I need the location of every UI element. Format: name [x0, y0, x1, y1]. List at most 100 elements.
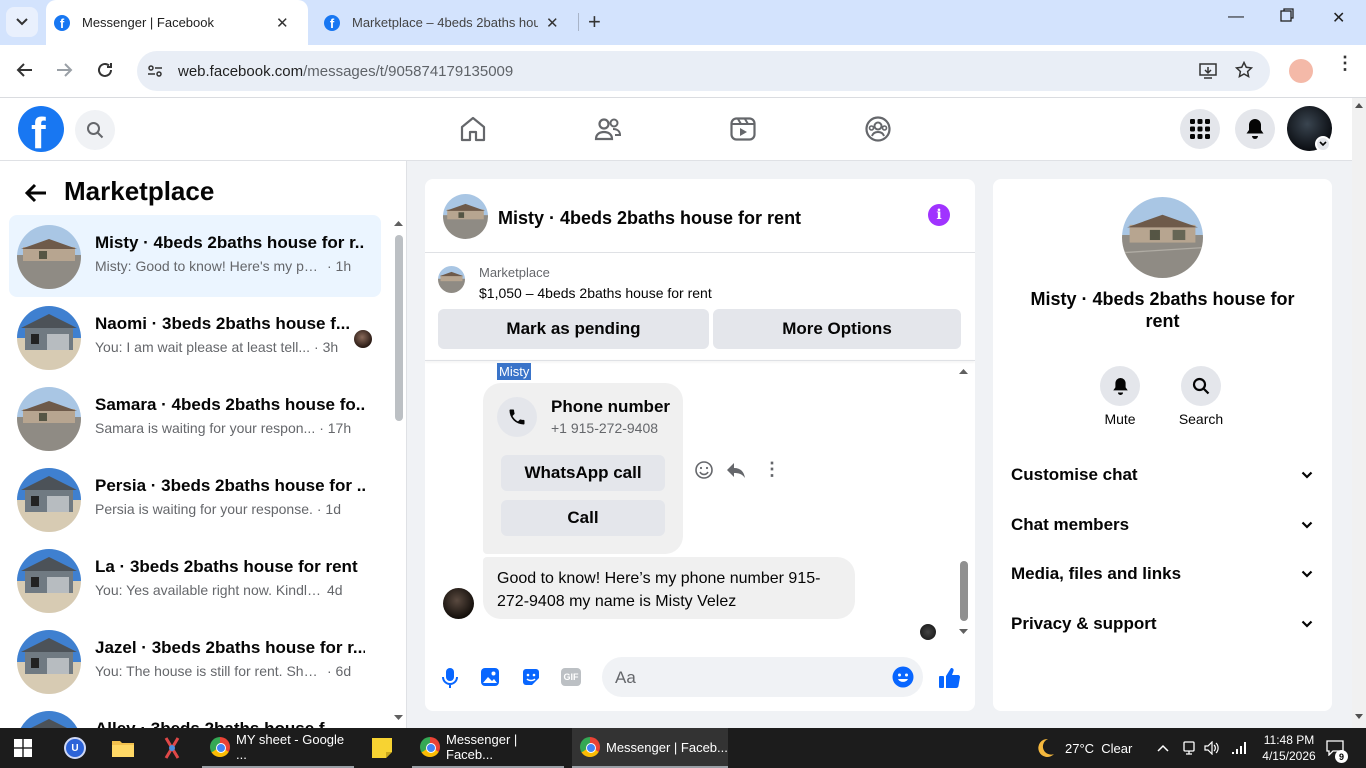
close-tab-icon[interactable]: ✕ — [546, 14, 559, 32]
thumbs-up-icon[interactable] — [938, 666, 962, 690]
gif-icon[interactable]: GIF — [561, 668, 581, 686]
network-icon[interactable] — [1230, 728, 1246, 768]
scroll-up-arrow[interactable] — [959, 368, 968, 374]
header-divider — [425, 252, 975, 253]
back-button[interactable] — [24, 183, 48, 203]
section-privacy-support[interactable]: Privacy & support — [1011, 614, 1313, 634]
mark-as-pending-button[interactable]: Mark as pending — [438, 309, 709, 349]
nav-home[interactable] — [459, 115, 487, 143]
conversation-row[interactable]: Alley · 3beds 2baths house f... — [9, 701, 381, 728]
new-tab-button[interactable]: + — [588, 10, 601, 34]
forward-button[interactable] — [55, 61, 73, 79]
notifications-button[interactable] — [1235, 109, 1275, 149]
contact-phone-number: +1 915-272-9408 — [551, 420, 659, 436]
page-title: Marketplace — [64, 176, 215, 206]
taskbar-chrome-sheet[interactable]: MY sheet - Google ... — [202, 728, 354, 768]
address-bar[interactable]: web.facebook.com/messages/t/905874179135… — [137, 51, 1270, 91]
bookmark-star-icon[interactable] — [1235, 61, 1253, 79]
clock[interactable]: 11:48 PM 4/15/2026 — [1250, 732, 1328, 764]
voice-clip-icon[interactable] — [441, 667, 459, 689]
nav-groups[interactable] — [864, 115, 892, 143]
section-media-files-links[interactable]: Media, files and links — [1011, 564, 1313, 584]
listing-thumbnail[interactable] — [438, 266, 465, 293]
conversation-preview: You: Yes available right now. Kindly ... — [95, 582, 323, 598]
scroll-up-arrow[interactable] — [394, 220, 403, 226]
facebook-logo-icon[interactable]: f — [18, 106, 64, 152]
conversation-thumbnail — [17, 387, 81, 451]
page-scrollbar[interactable] — [1352, 98, 1366, 728]
chat-scrollbar-thumb[interactable] — [960, 561, 968, 621]
notification-center[interactable]: 9 — [1326, 728, 1348, 768]
windows-logo-icon — [14, 739, 32, 757]
search-button[interactable] — [75, 110, 115, 150]
emoji-icon[interactable] — [892, 666, 914, 688]
more-actions-icon[interactable]: ⋮ — [763, 459, 781, 479]
mute-button[interactable] — [1100, 366, 1140, 406]
section-label: Customise chat — [1011, 465, 1138, 484]
listing-title[interactable]: $1,050 – 4beds 2baths house for rent — [479, 285, 712, 301]
tray-overflow-icon[interactable] — [1157, 728, 1169, 768]
install-app-icon[interactable] — [1199, 62, 1217, 80]
back-button[interactable] — [16, 61, 34, 79]
site-info-icon[interactable] — [147, 63, 163, 79]
whatsapp-call-button[interactable]: WhatsApp call — [501, 455, 665, 491]
account-avatar[interactable] — [1287, 106, 1332, 152]
taskbar-chrome-messenger-1[interactable]: Messenger | Faceb... — [412, 728, 564, 768]
tab-messenger[interactable]: f Messenger | Facebook ✕ — [46, 0, 308, 45]
message-input-placeholder: Aa — [615, 668, 636, 687]
conversation-row[interactable]: La · 3beds 2baths house for rent You: Yes… — [9, 539, 381, 621]
scroll-down-arrow[interactable] — [959, 629, 968, 635]
nav-friends[interactable] — [594, 115, 622, 143]
close-window-button[interactable]: ✕ — [1332, 8, 1345, 28]
listing-avatar[interactable] — [1122, 197, 1203, 278]
conversation-row[interactable]: Jazel · 3beds 2baths house for r... You: … — [9, 620, 381, 702]
chrome-icon — [420, 737, 440, 757]
conversation-row[interactable]: Misty · 4beds 2baths house for r... Misty… — [9, 215, 381, 297]
start-button[interactable] — [14, 728, 32, 768]
weather-widget[interactable]: 27°C Clear — [1034, 728, 1132, 768]
menu-button[interactable] — [1180, 109, 1220, 149]
tray-device-icon[interactable] — [1182, 728, 1196, 768]
tab-search-button[interactable] — [6, 7, 38, 37]
info-panel-title: Misty · 4beds 2baths house for rent — [1030, 289, 1295, 331]
volume-icon[interactable] — [1204, 728, 1220, 768]
profile-avatar[interactable] — [1289, 59, 1313, 83]
file-explorer-icon[interactable] — [112, 728, 134, 768]
minimize-button[interactable]: — — [1228, 8, 1244, 26]
call-button[interactable]: Call — [501, 500, 665, 536]
section-customise-chat[interactable]: Customise chat — [1011, 465, 1313, 485]
close-tab-icon[interactable]: ✕ — [276, 14, 289, 32]
list-scrollbar-thumb[interactable] — [395, 235, 403, 421]
tool-app-icon[interactable] — [162, 728, 182, 768]
info-icon[interactable]: i — [928, 204, 950, 226]
reload-button[interactable] — [96, 61, 114, 79]
sticky-notes-icon[interactable] — [372, 728, 392, 768]
react-emoji-icon[interactable] — [694, 460, 714, 480]
phone-icon — [497, 397, 537, 437]
vpn-app-icon[interactable]: U — [64, 728, 86, 768]
more-options-button[interactable]: More Options — [713, 309, 961, 349]
sticker-icon[interactable] — [521, 667, 541, 687]
maximize-button[interactable] — [1280, 8, 1294, 22]
search-in-chat-button[interactable] — [1181, 366, 1221, 406]
search-label: Search — [1178, 411, 1224, 427]
message-bubble[interactable]: Good to know! Here’s my phone number 915… — [483, 557, 855, 619]
conversation-row[interactable]: Persia · 3beds 2baths house for ... Persi… — [9, 458, 381, 540]
reply-icon[interactable] — [726, 460, 746, 480]
conversation-row[interactable]: Naomi · 3beds 2baths house f... You: I am… — [9, 296, 381, 378]
photo-icon[interactable] — [480, 667, 500, 687]
chat-listing-thumbnail[interactable] — [443, 194, 488, 239]
conversation-time: · 1h — [327, 258, 352, 274]
scroll-down-arrow[interactable] — [394, 715, 403, 721]
browser-menu-icon[interactable]: ⋮ — [1336, 54, 1354, 72]
tab-divider — [578, 13, 579, 31]
conversation-row[interactable]: Samara · 4beds 2baths house fo... Samara … — [9, 377, 381, 459]
nav-video[interactable] — [729, 115, 757, 143]
section-chat-members[interactable]: Chat members — [1011, 515, 1313, 535]
message-input[interactable]: Aa — [602, 657, 923, 697]
tab-marketplace[interactable]: f Marketplace – 4beds 2baths house for r… — [316, 0, 578, 45]
marketplace-conversation-list: Marketplace Misty · 4beds 2baths house f… — [0, 161, 407, 728]
clock-time: 11:48 PM — [1263, 733, 1315, 747]
taskbar-chrome-messenger-2[interactable]: Messenger | Faceb... — [572, 728, 728, 768]
sender-avatar[interactable] — [443, 588, 474, 619]
